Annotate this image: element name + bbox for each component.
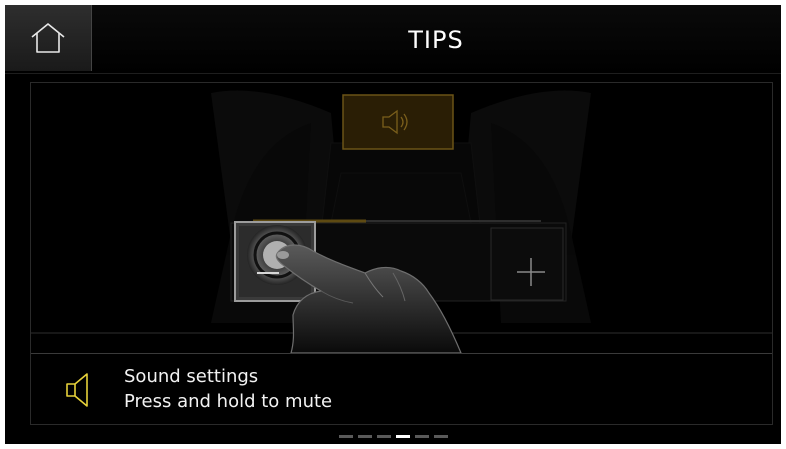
page-indicator-dash[interactable]	[433, 435, 448, 438]
page-indicator-dash[interactable]	[376, 435, 391, 438]
illustration-graphic	[31, 90, 772, 353]
tip-text: Sound settings Press and hold to mute	[124, 364, 332, 414]
volume-button-top	[342, 94, 454, 150]
header-bar: TIPS	[5, 5, 781, 74]
home-button[interactable]	[5, 5, 92, 71]
tip-title: Sound settings	[124, 366, 259, 387]
page-indicator	[5, 435, 781, 439]
page-indicator-dash[interactable]	[338, 435, 353, 438]
tip-info-panel: Sound settings Press and hold to mute	[31, 353, 772, 424]
speaker-icon	[66, 373, 88, 407]
tip-illustration	[31, 83, 772, 353]
page-title: TIPS	[408, 26, 464, 54]
tip-description: Press and hold to mute	[124, 391, 333, 412]
page-indicator-dash-active[interactable]	[395, 435, 410, 438]
plus-button	[490, 227, 564, 301]
page-indicator-dash[interactable]	[357, 435, 372, 438]
tips-screen: TIPS Sound settings Press and hold to mu…	[5, 5, 781, 444]
page-indicator-dash[interactable]	[414, 435, 429, 438]
home-icon	[31, 23, 65, 53]
tip-card: Sound settings Press and hold to mute	[30, 82, 773, 425]
